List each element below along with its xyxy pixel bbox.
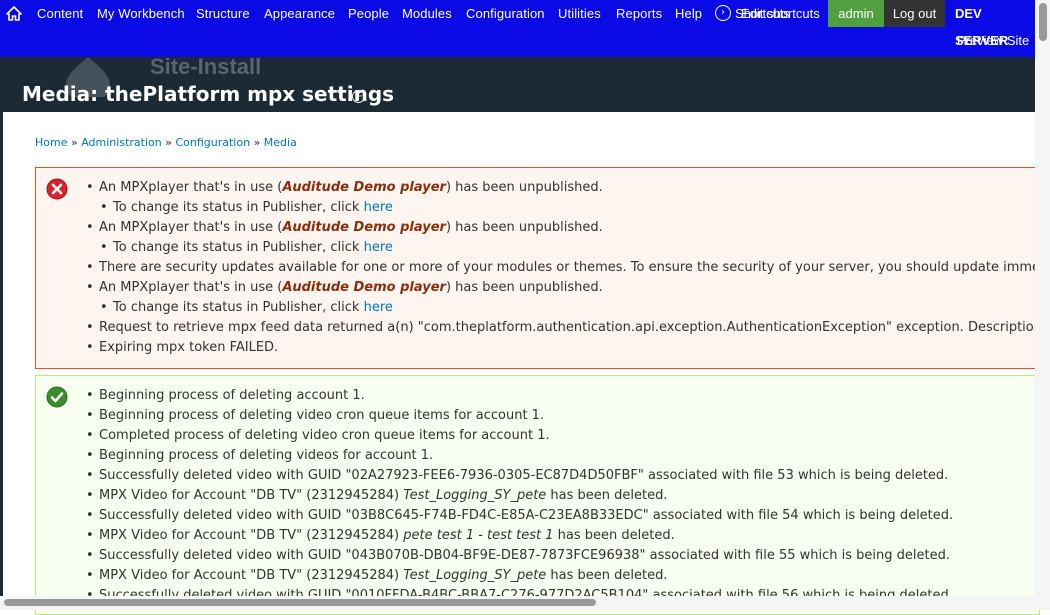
site-name[interactable]: Site-Install bbox=[150, 54, 261, 80]
player-name: Auditude Demo player bbox=[282, 220, 446, 235]
publisher-link[interactable]: here bbox=[364, 300, 393, 315]
menu-item-content[interactable]: Content bbox=[37, 0, 83, 27]
environment-label: DEV SERVER bbox=[955, 6, 1009, 48]
menu-item-modules[interactable]: Modules bbox=[402, 0, 452, 27]
add-shortcut-icon[interactable]: + bbox=[352, 90, 365, 103]
admin-toolbar: Content My Workbench Structure Appearanc… bbox=[0, 0, 1035, 57]
horizontal-scrollbar[interactable] bbox=[0, 596, 1035, 610]
breadcrumb-media[interactable]: Media bbox=[264, 136, 297, 149]
status-messages: • Beginning process of deleting account 1… bbox=[35, 375, 1040, 615]
breadcrumb-administration[interactable]: Administration bbox=[81, 136, 162, 149]
page-title: Media: thePlatform mpx settings bbox=[22, 82, 395, 106]
menu-item-configuration[interactable]: Configuration bbox=[466, 0, 545, 27]
publisher-link[interactable]: here bbox=[364, 200, 393, 215]
vertical-scrollbar[interactable] bbox=[1035, 0, 1050, 610]
breadcrumb-configuration[interactable]: Configuration bbox=[175, 136, 250, 149]
token-error-message: Expiring mpx token FAILED. bbox=[99, 340, 279, 355]
edit-shortcuts-label: Edit shortcuts bbox=[741, 6, 820, 21]
menu-item-appearance[interactable]: Appearance bbox=[264, 0, 335, 27]
breadcrumb-separator: » bbox=[70, 136, 78, 149]
check-icon bbox=[46, 386, 68, 408]
publisher-link[interactable]: here bbox=[364, 240, 393, 255]
page-header: Site-Install Media: thePlatform mpx sett… bbox=[0, 54, 1035, 112]
error-messages: • An MPXplayer that's in use (Auditude D… bbox=[35, 167, 1050, 369]
menu-item-people[interactable]: People bbox=[348, 0, 389, 27]
security-message: There are security updates available for… bbox=[99, 260, 1050, 275]
request-error-message: Request to retrieve mpx feed data return… bbox=[99, 320, 1050, 335]
player-name: Auditude Demo player bbox=[282, 180, 446, 195]
menu-item-structure[interactable]: Structure bbox=[196, 0, 250, 27]
breadcrumb-separator: » bbox=[165, 136, 172, 149]
player-name: Auditude Demo player bbox=[282, 280, 446, 295]
error-icon bbox=[46, 178, 68, 200]
preview-site-link[interactable]: Preview Site bbox=[957, 29, 1029, 53]
left-edge-strip bbox=[0, 112, 3, 610]
user-account-link[interactable]: admin bbox=[828, 0, 884, 27]
breadcrumb-home[interactable]: Home bbox=[35, 136, 67, 149]
menu-item-utilities[interactable]: Utilities bbox=[558, 0, 601, 27]
shortcuts-toggle-icon[interactable]: › bbox=[715, 5, 731, 21]
logout-button[interactable]: Log out bbox=[884, 0, 945, 27]
home-icon[interactable] bbox=[5, 5, 23, 23]
menu-item-help[interactable]: Help bbox=[675, 0, 702, 27]
scrollbar-thumb[interactable] bbox=[1039, 3, 1047, 41]
menu-item-my-workbench[interactable]: My Workbench bbox=[97, 0, 185, 27]
breadcrumb: Home » Administration » Configuration » … bbox=[35, 136, 297, 149]
breadcrumb-separator: » bbox=[253, 136, 261, 149]
menu-item-reports[interactable]: Reports bbox=[616, 0, 662, 27]
scrollbar-thumb[interactable] bbox=[4, 599, 596, 606]
